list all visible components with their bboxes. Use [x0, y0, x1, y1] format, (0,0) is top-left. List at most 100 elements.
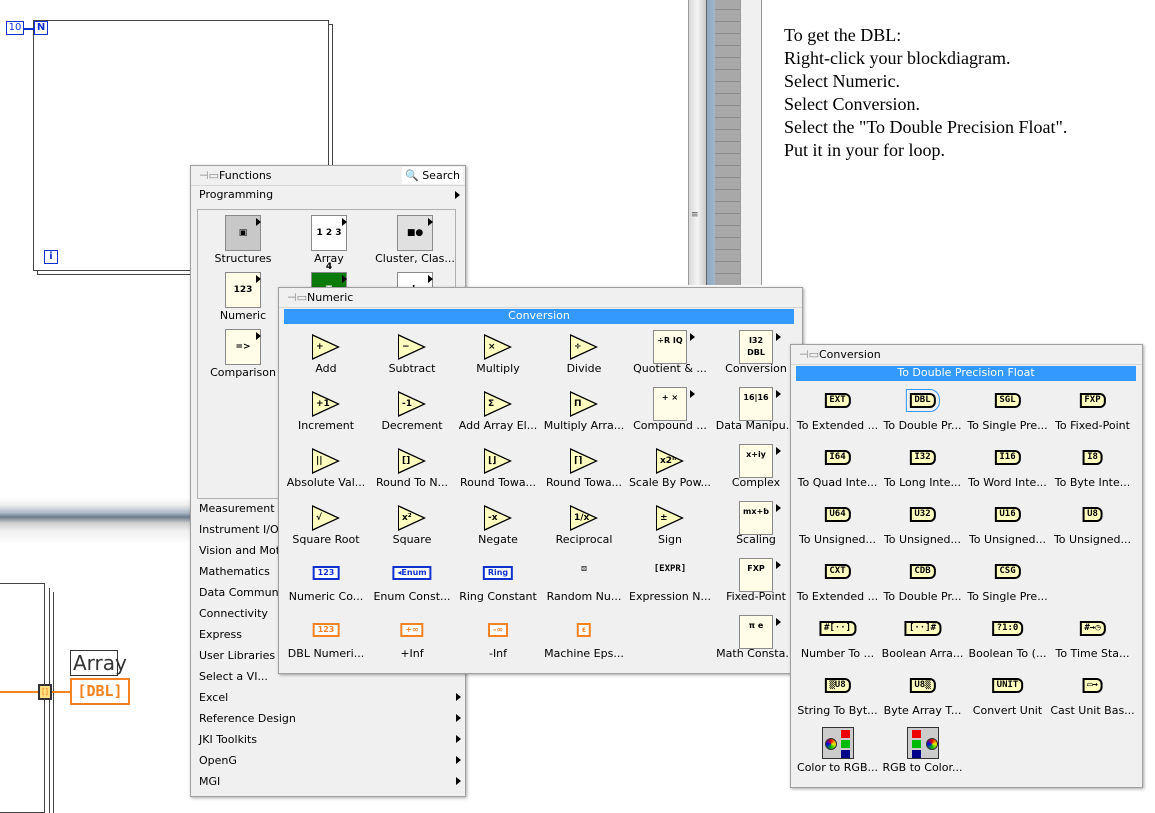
palette-item-compound[interactable]: + × Compound ...	[627, 385, 713, 442]
pin-icon[interactable]: ⊣▭	[799, 349, 819, 361]
palette-item-increment[interactable]: +1 Increment	[283, 385, 369, 442]
iteration-terminal[interactable]: i	[44, 250, 58, 264]
palette-item-negate[interactable]: -x Negate	[455, 499, 541, 556]
palette-item-fixed-point[interactable]: FXP Fixed-Point	[713, 556, 799, 613]
palette-item-to-unsigned[interactable]: U8 To Unsigned...	[1050, 499, 1135, 556]
palette-item-expression-n[interactable]: [EXPR] Expression N...	[627, 556, 713, 613]
palette-item-absolute-val[interactable]: || Absolute Val...	[283, 442, 369, 499]
palette-item-dbl-numeri[interactable]: 123 DBL Numeri...	[283, 613, 369, 670]
palette-item-conversion[interactable]: I32 DBL Conversion	[713, 328, 799, 385]
palette-item-scaling[interactable]: mx+b Scaling	[713, 499, 799, 556]
palette-item-multiply-arra[interactable]: Π Multiply Arra...	[541, 385, 627, 442]
category-openg[interactable]: OpenG	[199, 750, 465, 771]
palette-item-subtract[interactable]: − Subtract	[369, 328, 455, 385]
palette-item-add-array-el[interactable]: Σ Add Array El...	[455, 385, 541, 442]
window-splitter[interactable]	[688, 0, 706, 285]
palette-item-to-extended[interactable]: CXT To Extended ...	[795, 556, 880, 613]
array-indicator[interactable]: [DBL]	[70, 678, 130, 705]
vertical-scrollbar[interactable]	[706, 0, 715, 285]
loop-count-constant[interactable]: 10	[6, 21, 24, 35]
palette-item-label: Machine Eps...	[544, 647, 624, 660]
palette-item-math-consta[interactable]: π e Math Consta...	[713, 613, 799, 670]
category-mgi[interactable]: MGI	[199, 771, 465, 792]
pin-icon[interactable]: ⊣▭	[287, 292, 307, 304]
palette-item-inf[interactable]: -∞ -Inf	[455, 613, 541, 670]
functions-palette-title-bar[interactable]: ⊣▭ Functions 🔍 Search	[191, 166, 465, 186]
palette-item-byte-array-t[interactable]: U8▒ Byte Array T...	[880, 670, 965, 727]
array-tunnel[interactable]: []	[38, 684, 52, 700]
search-button[interactable]: 🔍 Search	[402, 167, 463, 184]
palette-item-divide[interactable]: ÷ Divide	[541, 328, 627, 385]
palette-item-round-to-n[interactable]: [] Round To N...	[369, 442, 455, 499]
palette-item-reciprocal[interactable]: 1/x Reciprocal	[541, 499, 627, 556]
conversion-palette-title-bar[interactable]: ⊣▭ Conversion	[791, 345, 1142, 365]
palette-item-label: Sign	[658, 533, 682, 546]
palette-item-numeric[interactable]: 123 Numeric	[200, 269, 286, 326]
expression-n-icon: [EXPR]	[653, 564, 687, 574]
palette-item-to-word-inte[interactable]: I16 To Word Inte...	[965, 442, 1050, 499]
instruction-line: To get the DBL:	[784, 25, 902, 45]
palette-item-square[interactable]: x² Square	[369, 499, 455, 556]
palette-item-inf[interactable]: +∞ +Inf	[369, 613, 455, 670]
palette-item-ring-constant[interactable]: Ring Ring Constant	[455, 556, 541, 613]
palette-item-complex[interactable]: x+iy Complex	[713, 442, 799, 499]
category-jki-toolkits[interactable]: JKI Toolkits	[199, 729, 465, 750]
palette-item-round-towa[interactable]: ⌈⌉ Round Towa...	[541, 442, 627, 499]
palette-item-enum-const[interactable]: ◂Enum Enum Const...	[369, 556, 455, 613]
palette-item-cast-unit-bas[interactable]: ▭→ Cast Unit Bas...	[1050, 670, 1135, 727]
palette-item-label: To Unsigned...	[968, 533, 1047, 546]
palette-item-label: Data Manipu...	[715, 419, 797, 432]
palette-item-round-towa[interactable]: ⌊⌋ Round Towa...	[455, 442, 541, 499]
palette-item-to-byte-inte[interactable]: I8 To Byte Inte...	[1050, 442, 1135, 499]
palette-item-to-fixed-point[interactable]: FXP To Fixed-Point	[1050, 385, 1135, 442]
palette-item-scale-by-pow[interactable]: x2ⁿ Scale By Pow...	[627, 442, 713, 499]
palette-item-random-nu[interactable]: ⚄ Random Nu...	[541, 556, 627, 613]
pin-icon[interactable]: ⊣▭	[199, 170, 219, 182]
palette-item-to-extended[interactable]: EXT To Extended ...	[795, 385, 880, 442]
palette-item-sign[interactable]: ± Sign	[627, 499, 713, 556]
palette-item-data-manipu[interactable]: 16|16 Data Manipu...	[713, 385, 799, 442]
palette-item-to-unsigned[interactable]: U16 To Unsigned...	[965, 499, 1050, 556]
palette-item-to-long-inte[interactable]: I32 To Long Inte...	[880, 442, 965, 499]
count-terminal[interactable]: N	[34, 21, 48, 35]
palette-item-quotient[interactable]: ÷R IQ Quotient & ...	[627, 328, 713, 385]
palette-item-to-unsigned[interactable]: U64 To Unsigned...	[795, 499, 880, 556]
palette-item-string-to-byt[interactable]: ▒U8 String To Byt...	[795, 670, 880, 727]
palette-item-multiply[interactable]: × Multiply	[455, 328, 541, 385]
palette-item-comparison[interactable]: => Comparison	[200, 326, 286, 383]
palette-item-label: +Inf	[400, 647, 424, 660]
category-label: Excel	[199, 691, 229, 704]
palette-item-to-quad-inte[interactable]: I64 To Quad Inte...	[795, 442, 880, 499]
palette-item-square-root[interactable]: √ Square Root	[283, 499, 369, 556]
numeric-palette-title-bar[interactable]: ⊣▭ Numeric	[279, 288, 802, 308]
palette-item-boolean-to[interactable]: ?1:0 Boolean To (...	[965, 613, 1050, 670]
palette-item-to-double-pr[interactable]: CDB To Double Pr...	[880, 556, 965, 613]
category-label: Select a VI...	[199, 670, 268, 683]
palette-item-rgb-to-color[interactable]: RGB to Color...	[880, 727, 965, 784]
category-reference-design[interactable]: Reference Design	[199, 708, 465, 729]
palette-item-to-single-pre[interactable]: CSG To Single Pre...	[965, 556, 1050, 613]
comparison-icon: =>	[225, 329, 261, 365]
palette-item-to-double-pr[interactable]: DBL To Double Pr...	[880, 385, 965, 442]
palette-item-structures[interactable]: ▣ Structures	[200, 212, 286, 269]
category-label: Instrument I/O	[199, 523, 279, 536]
palette-item-label: Increment	[297, 419, 355, 432]
search-label: Search	[422, 169, 460, 182]
palette-item-to-single-pre[interactable]: SGL To Single Pre...	[965, 385, 1050, 442]
palette-item-numeric-co[interactable]: 123 Numeric Co...	[283, 556, 369, 613]
palette-item-add[interactable]: + Add	[283, 328, 369, 385]
programming-section[interactable]: Programming	[191, 186, 465, 206]
palette-item-array[interactable]: 1 2 3 4 Array	[286, 212, 372, 272]
palette-item-number-to[interactable]: #[··] Number To ...	[795, 613, 880, 670]
color-swatch-icon	[840, 750, 850, 758]
palette-item-label: To Long Inte...	[884, 476, 961, 489]
palette-item-color-to-rgb[interactable]: Color to RGB...	[795, 727, 880, 784]
palette-item-convert-unit[interactable]: UNIT Convert Unit	[965, 670, 1050, 727]
palette-item-cluster-clas[interactable]: ■● Cluster, Clas...	[372, 212, 458, 269]
palette-item-to-unsigned[interactable]: U32 To Unsigned...	[880, 499, 965, 556]
category-excel[interactable]: Excel	[199, 687, 465, 708]
palette-item-decrement[interactable]: -1 Decrement	[369, 385, 455, 442]
palette-item-boolean-arra[interactable]: [··]# Boolean Arra...	[880, 613, 965, 670]
palette-item-machine-eps[interactable]: ε Machine Eps...	[541, 613, 627, 670]
palette-item-to-time-sta[interactable]: #→◷ To Time Sta...	[1050, 613, 1135, 670]
